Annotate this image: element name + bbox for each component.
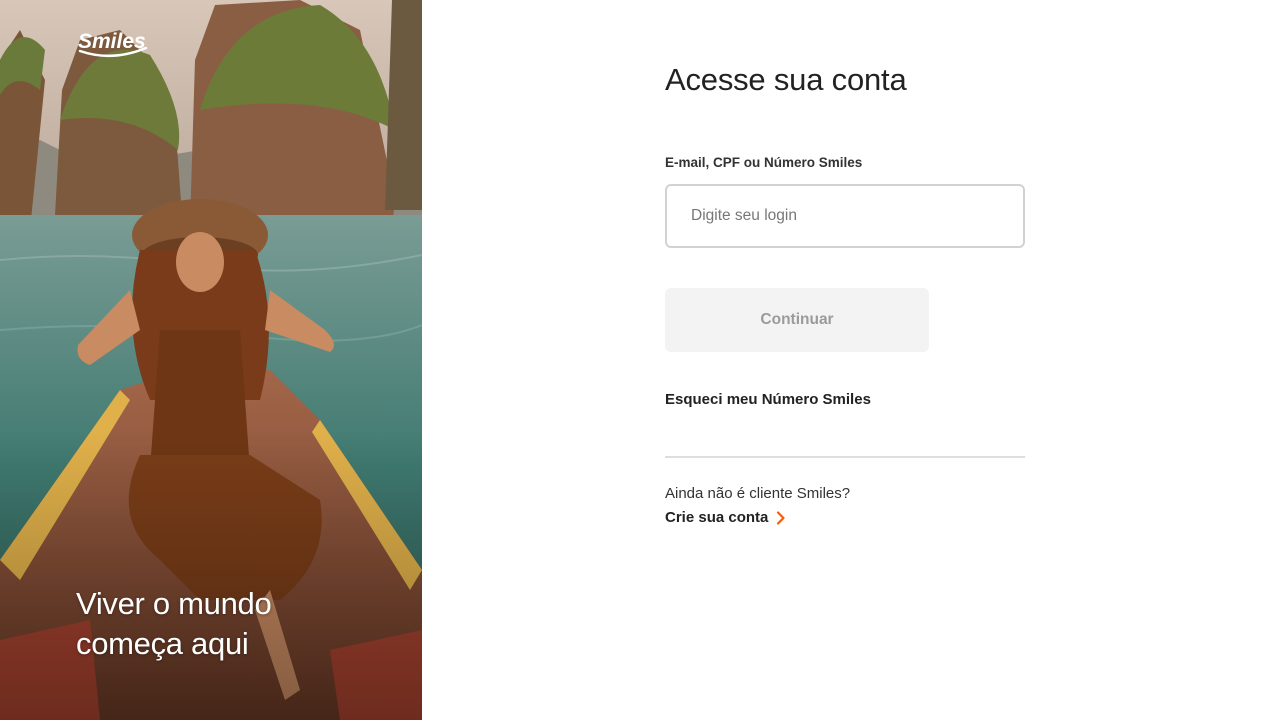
forgot-smiles-number-link[interactable]: Esqueci meu Número Smiles — [665, 391, 871, 408]
hero-headline-line1: Viver o mundo — [76, 586, 272, 621]
login-input[interactable] — [665, 184, 1025, 248]
hero-panel: Smiles Viver o mundo começa aqui — [0, 0, 422, 720]
chevron-right-icon — [777, 510, 785, 525]
login-page: Smiles Viver o mundo começa aqui Acesse … — [0, 0, 1280, 720]
not-client-text: Ainda não é cliente Smiles? — [665, 485, 851, 502]
page-title: Acesse sua conta — [665, 62, 907, 97]
login-field-label: E-mail, CPF ou Número Smiles — [665, 155, 863, 170]
create-account-label: Crie sua conta — [665, 509, 769, 526]
hero-headline: Viver o mundo começa aqui — [76, 584, 376, 664]
smiles-logo-icon: Smiles — [78, 30, 148, 58]
hero-headline-line2: começa aqui — [76, 626, 249, 661]
smiles-logo[interactable]: Smiles — [76, 26, 150, 60]
divider — [665, 456, 1025, 458]
continue-button[interactable]: Continuar — [665, 288, 929, 352]
smiles-logo-text: Smiles — [78, 30, 146, 53]
create-account-link[interactable]: Crie sua conta — [665, 509, 786, 526]
